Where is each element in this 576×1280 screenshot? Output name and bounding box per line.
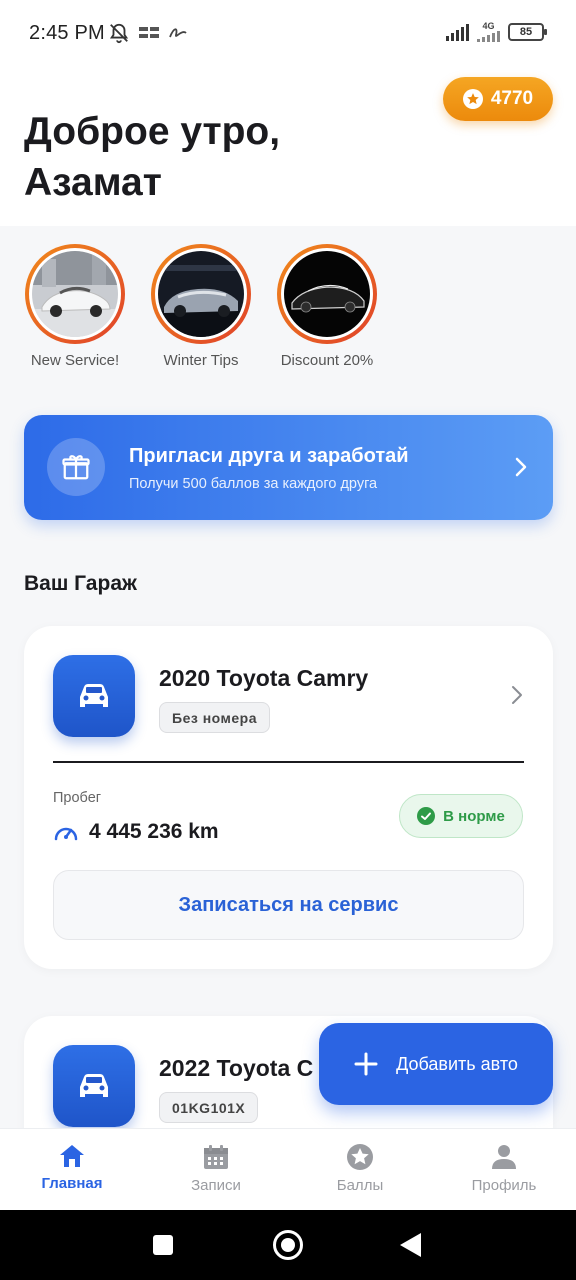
app-notification-icon — [139, 27, 159, 38]
invite-friend-banner[interactable]: Пригласи друга и заработай Получи 500 ба… — [24, 415, 553, 520]
home-header: Доброе утро, Азамат 4770 — [0, 66, 576, 226]
story-label: Winter Tips — [163, 352, 239, 369]
speedometer-icon — [54, 827, 78, 841]
invite-subtitle: Получи 500 баллов за каждого друга — [129, 476, 378, 492]
story-new-service[interactable]: New Service! — [10, 244, 140, 369]
star-icon — [347, 1144, 373, 1170]
greeting-line-1: Доброе утро, — [24, 110, 281, 153]
mileage-row: 4 445 236 km — [53, 820, 219, 844]
status-right-icons: 4G 85 — [446, 22, 547, 42]
story-thumbnail — [158, 251, 244, 337]
nav-label: Баллы — [336, 1177, 384, 1194]
system-navigation-bar — [0, 1210, 576, 1280]
story-thumbnail — [32, 251, 118, 337]
nav-points[interactable]: Баллы — [288, 1129, 432, 1210]
network-type: 4G — [482, 21, 495, 31]
car-icon — [53, 655, 135, 737]
signal-icon — [446, 23, 469, 41]
greeting-title: Доброе утро, Азамат — [24, 106, 280, 208]
mileage-value: 4 445 236 km — [89, 820, 219, 843]
battery-level: 85 — [519, 26, 533, 38]
bottom-navigation: Главная Записи Баллы Профиль — [0, 1128, 576, 1210]
car-icon — [53, 1045, 135, 1127]
nav-home[interactable]: Главная — [0, 1129, 144, 1210]
points-balance-button[interactable]: 4770 — [443, 77, 553, 121]
calendar-icon — [204, 1145, 228, 1169]
recents-icon[interactable] — [153, 1235, 173, 1255]
car-name: 2022 Toyota C — [159, 1055, 314, 1081]
book-service-button[interactable]: Записаться на сервис — [53, 870, 524, 940]
car-card[interactable]: 2020 Toyota Camry Без номера Пробег 4 44… — [24, 626, 553, 969]
invite-title: Пригласи друга и заработай — [129, 445, 409, 467]
add-car-button[interactable]: Добавить авто — [319, 1023, 553, 1105]
battery-icon: 85 — [508, 23, 547, 41]
add-car-label: Добавить авто — [396, 1053, 518, 1074]
nav-profile[interactable]: Профиль — [432, 1129, 576, 1210]
story-thumbnail — [284, 251, 370, 337]
stories-row: New Service! Winter Tips Discount 20% — [0, 244, 576, 384]
signature-app-icon — [169, 28, 187, 38]
person-icon — [492, 1145, 516, 1169]
points-value: 4770 — [490, 88, 534, 109]
garage-section-title: Ваш Гараж — [24, 572, 137, 595]
status-badge: В норме — [399, 794, 523, 838]
status-time: 2:45 PM — [29, 22, 105, 44]
chevron-right-icon — [514, 455, 528, 484]
chevron-right-icon[interactable] — [511, 684, 523, 711]
nav-records[interactable]: Записи — [144, 1129, 288, 1210]
divider — [53, 761, 524, 763]
story-discount[interactable]: Discount 20% — [262, 244, 392, 369]
story-label: Discount 20% — [280, 352, 374, 369]
nav-label: Записи — [191, 1177, 241, 1194]
star-icon — [462, 89, 483, 109]
muted-bell-icon — [109, 23, 129, 44]
status-bar: 2:45 PM 4G 85 — [0, 0, 576, 66]
story-winter-tips[interactable]: Winter Tips — [136, 244, 266, 369]
car-name: 2020 Toyota Camry — [159, 665, 369, 691]
home-icon — [60, 1145, 84, 1167]
status-text: В норме — [443, 807, 505, 825]
status-notification-icons — [108, 22, 188, 44]
home-circle-icon[interactable] — [273, 1230, 303, 1260]
check-circle-icon — [417, 807, 436, 825]
license-plate: 01KG101X — [159, 1092, 259, 1123]
mileage-label: Пробег — [53, 790, 102, 806]
license-plate: Без номера — [159, 702, 271, 733]
story-label: New Service! — [30, 352, 120, 369]
plus-icon — [354, 1052, 378, 1076]
greeting-line-2: Азамат — [24, 161, 162, 204]
gift-icon — [47, 438, 105, 496]
signal-4g-icon: 4G — [477, 22, 500, 42]
nav-label: Профиль — [471, 1177, 537, 1194]
back-triangle-icon[interactable] — [400, 1233, 421, 1257]
nav-label: Главная — [41, 1175, 103, 1192]
